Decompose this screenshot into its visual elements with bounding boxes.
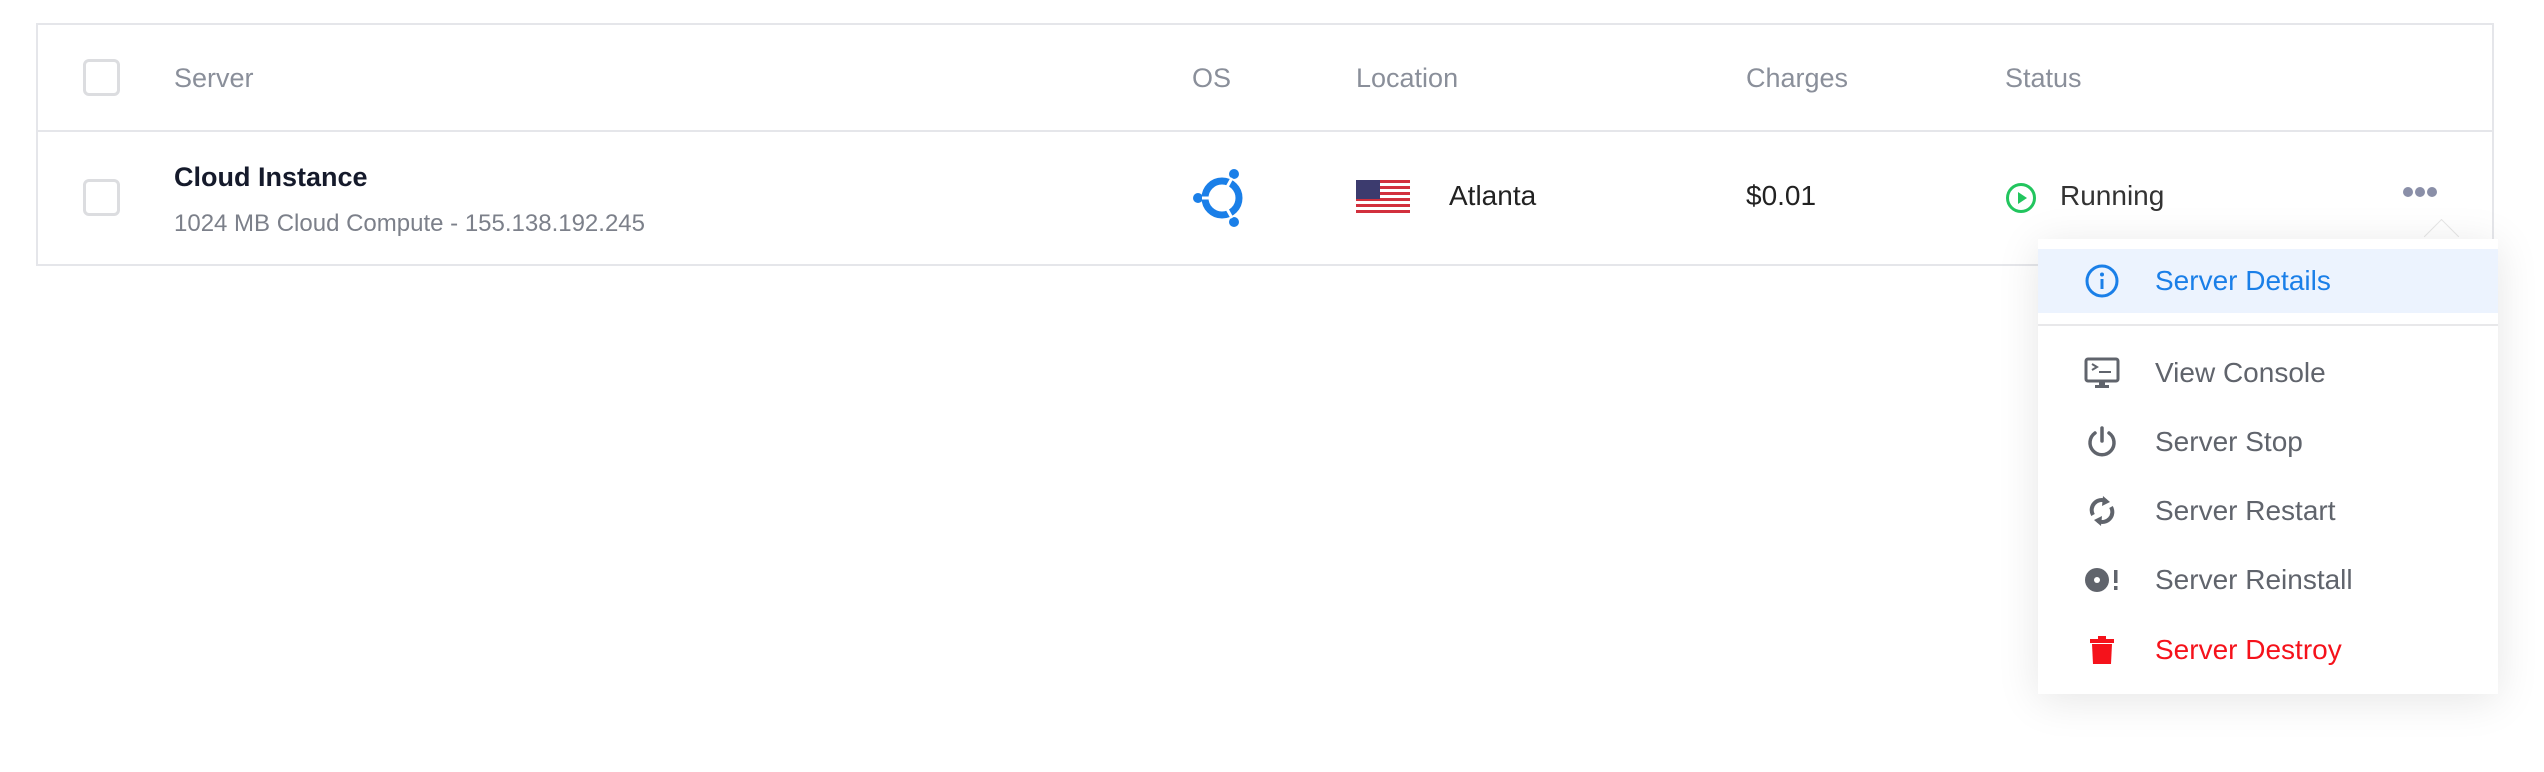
menu-item-server-restart[interactable]: Server Restart [2038, 481, 2498, 541]
power-icon [2084, 424, 2120, 460]
location-name: Atlanta [1449, 180, 1537, 211]
reinstall-disc-icon [2084, 562, 2120, 598]
charges-value: $0.01 [1746, 180, 1817, 211]
us-flag-icon [1356, 180, 1410, 216]
server-actions-menu: Server Details View Console Server Stop … [2038, 239, 2498, 694]
select-all-checkbox[interactable] [83, 59, 120, 96]
menu-item-server-destroy[interactable]: Server Destroy [2038, 620, 2498, 680]
header-os[interactable]: OS [1192, 63, 1231, 94]
console-icon [2084, 355, 2120, 391]
trash-icon [2084, 632, 2120, 668]
header-charges[interactable]: Charges [1746, 63, 1848, 94]
servers-table: Server OS Location Charges Status Cloud … [36, 23, 2494, 266]
restart-icon [2084, 493, 2120, 529]
header-status[interactable]: Status [2005, 63, 2082, 94]
server-subtitle: 1024 MB Cloud Compute - 155.138.192.245 [174, 210, 645, 237]
menu-divider [2038, 324, 2498, 326]
running-play-icon [2006, 183, 2036, 213]
info-icon [2084, 263, 2120, 299]
more-actions-icon[interactable] [2402, 186, 2438, 198]
menu-item-view-console[interactable]: View Console [2038, 343, 2498, 403]
header-location[interactable]: Location [1356, 63, 1458, 94]
status-text: Running [2060, 180, 2165, 211]
ubuntu-icon [1193, 169, 1243, 227]
header-server[interactable]: Server [174, 63, 254, 94]
server-name[interactable]: Cloud Instance [174, 162, 368, 193]
table-header: Server OS Location Charges Status [38, 25, 2492, 132]
menu-item-server-stop[interactable]: Server Stop [2038, 412, 2498, 472]
row-checkbox[interactable] [83, 179, 120, 216]
menu-item-server-details[interactable]: Server Details [2038, 249, 2498, 313]
menu-item-server-reinstall[interactable]: Server Reinstall [2038, 550, 2498, 610]
